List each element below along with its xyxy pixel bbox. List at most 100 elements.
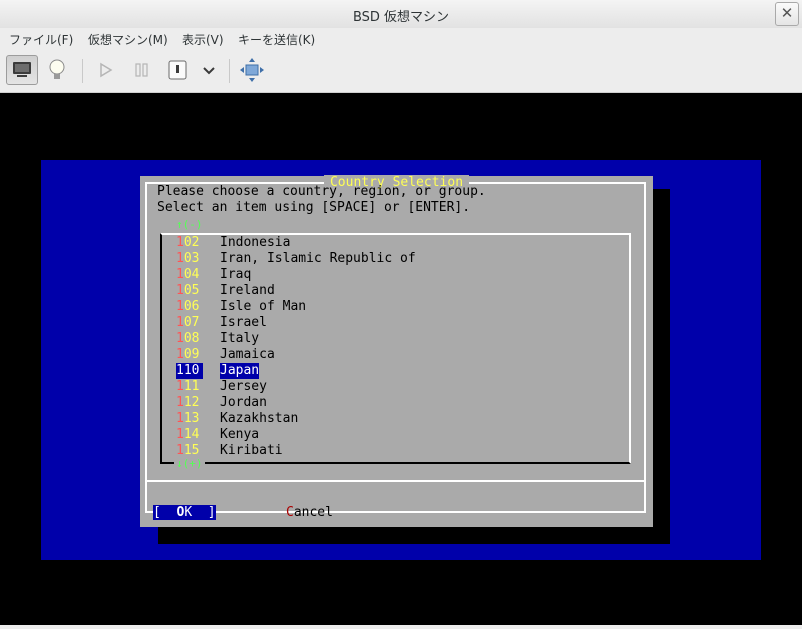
list-item-code-rest: 15: [183, 443, 200, 458]
list-item-code-rest: 13: [183, 411, 200, 426]
list-item-hotkey: 1: [176, 299, 184, 314]
fullscreen-icon: [240, 58, 264, 82]
pause-icon: [135, 63, 148, 77]
list-item[interactable]: 104 Iraq: [176, 267, 251, 283]
chevron-down-icon: [203, 67, 215, 75]
list-item-name: Italy: [220, 331, 260, 346]
toolbar: [0, 50, 802, 93]
list-item[interactable]: 115 Kiribati: [176, 443, 283, 459]
list-item[interactable]: 102 Indonesia: [176, 235, 290, 251]
list-item-name: Kiribati: [220, 443, 283, 458]
list-item-name: Indonesia: [220, 235, 291, 250]
pause-button[interactable]: [126, 55, 158, 85]
list-item-code: 114: [176, 427, 203, 443]
menu-virtual-machine[interactable]: 仮想マシン(M): [88, 31, 168, 48]
close-button[interactable]: ✕: [775, 2, 799, 26]
list-item-code-rest: 05: [183, 283, 200, 298]
details-view-button[interactable]: [42, 55, 74, 85]
list-item-name: Iraq: [220, 267, 252, 282]
list-item-hotkey: 1: [176, 235, 184, 250]
console-view-button[interactable]: [6, 55, 38, 85]
play-icon: [100, 62, 113, 78]
list-item-hotkey: 1: [176, 267, 184, 282]
power-icon: [168, 60, 187, 80]
scroll-up-indicator[interactable]: ↑(-): [174, 219, 205, 231]
list-item-code-rest: 02: [183, 235, 200, 250]
list-item-hotkey: 1: [176, 363, 184, 378]
vm-console[interactable]: Country Selection Please choose a countr…: [0, 93, 802, 625]
list-item-code: 104: [176, 267, 203, 283]
cancel-button-hotkey: C: [286, 505, 294, 520]
list-item-name: Jordan: [220, 395, 267, 410]
ok-button-left: [: [153, 505, 177, 520]
shutdown-button[interactable]: [162, 55, 194, 85]
list-item-code-rest: 09: [183, 347, 200, 362]
list-item[interactable]: 103 Iran, Islamic Republic of: [176, 251, 416, 267]
fullscreen-button[interactable]: [237, 55, 269, 85]
country-selection-dialog: Country Selection Please choose a countr…: [140, 175, 653, 527]
lightbulb-icon: [49, 59, 65, 79]
title-bar: BSD 仮想マシン ✕: [0, 0, 802, 29]
list-item-code: 112: [176, 395, 203, 411]
list-item-code: 105: [176, 283, 203, 299]
list-item-code: 106: [176, 299, 203, 315]
list-item-code-rest: 03: [183, 251, 200, 266]
menu-bar: ファイル(F) 仮想マシン(M) 表示(V) キーを送信(K): [0, 28, 802, 50]
list-item[interactable]: 109 Jamaica: [176, 347, 275, 363]
list-item-code: 102: [176, 235, 203, 251]
list-item-selected[interactable]: 110 Japan: [176, 363, 260, 379]
list-item-code: 103: [176, 251, 203, 267]
list-item-code-rest: 12: [183, 395, 200, 410]
dialog-prompt-line-2: Select an item using [SPACE] or [ENTER].: [157, 200, 471, 215]
button-separator: [145, 480, 646, 482]
list-item-name: Japan: [220, 363, 260, 379]
list-item-hotkey: 1: [176, 427, 184, 442]
list-item-code-rest: 11: [183, 379, 200, 394]
menu-file[interactable]: ファイル(F): [9, 31, 73, 48]
list-item[interactable]: 108 Italy: [176, 331, 259, 347]
shutdown-menu-button[interactable]: [194, 55, 226, 85]
list-item-code: 108: [176, 331, 203, 347]
window-title: BSD 仮想マシン: [352, 10, 450, 25]
toolbar-separator: [82, 59, 83, 83]
menu-send-key[interactable]: キーを送信(K): [238, 31, 315, 48]
cancel-button[interactable]: Cancel: [286, 505, 333, 521]
list-item[interactable]: 106 Isle of Man: [176, 299, 306, 315]
list-item[interactable]: 105 Ireland: [176, 283, 275, 299]
list-item-code-rest: 06: [183, 299, 200, 314]
list-item-hotkey: 1: [176, 379, 184, 394]
list-item[interactable]: 113 Kazakhstan: [176, 411, 298, 427]
monitor-icon: [13, 62, 31, 77]
list-item-hotkey: 1: [176, 347, 184, 362]
dialog-prompt-line-1: Please choose a country, region, or grou…: [157, 184, 486, 199]
list-item-code: 109: [176, 347, 203, 363]
list-item-hotkey: 1: [176, 331, 184, 346]
ok-button[interactable]: [ OK ]: [153, 505, 216, 521]
list-item[interactable]: 114 Kenya: [176, 427, 259, 443]
list-item-name: Ireland: [220, 283, 275, 298]
menu-view[interactable]: 表示(V): [182, 31, 224, 48]
list-item-hotkey: 1: [176, 443, 184, 458]
run-button[interactable]: [90, 55, 122, 85]
list-item-name: Kenya: [220, 427, 260, 442]
list-item-code: 107: [176, 315, 203, 331]
list-item-code: 110: [176, 363, 203, 379]
list-item-code-rest: 10: [183, 363, 200, 378]
list-item[interactable]: 112 Jordan: [176, 395, 267, 411]
list-item-name: Kazakhstan: [220, 411, 299, 426]
list-item-hotkey: 1: [176, 251, 184, 266]
list-item-hotkey: 1: [176, 395, 184, 410]
scroll-down-indicator[interactable]: ↓(+): [174, 458, 205, 470]
list-item-hotkey: 1: [176, 283, 184, 298]
list-item-code-rest: 14: [183, 427, 200, 442]
list-item-code: 115: [176, 443, 203, 459]
list-item-name: Israel: [220, 315, 267, 330]
ok-button-right: K ]: [184, 505, 216, 520]
list-item-code-rest: 04: [183, 267, 200, 282]
list-item-hotkey: 1: [176, 411, 184, 426]
list-item[interactable]: 111 Jersey: [176, 379, 267, 395]
list-item[interactable]: 107 Israel: [176, 315, 267, 331]
list-item-code-rest: 07: [183, 315, 200, 330]
toolbar-separator: [229, 59, 230, 83]
close-icon: ✕: [780, 4, 794, 22]
